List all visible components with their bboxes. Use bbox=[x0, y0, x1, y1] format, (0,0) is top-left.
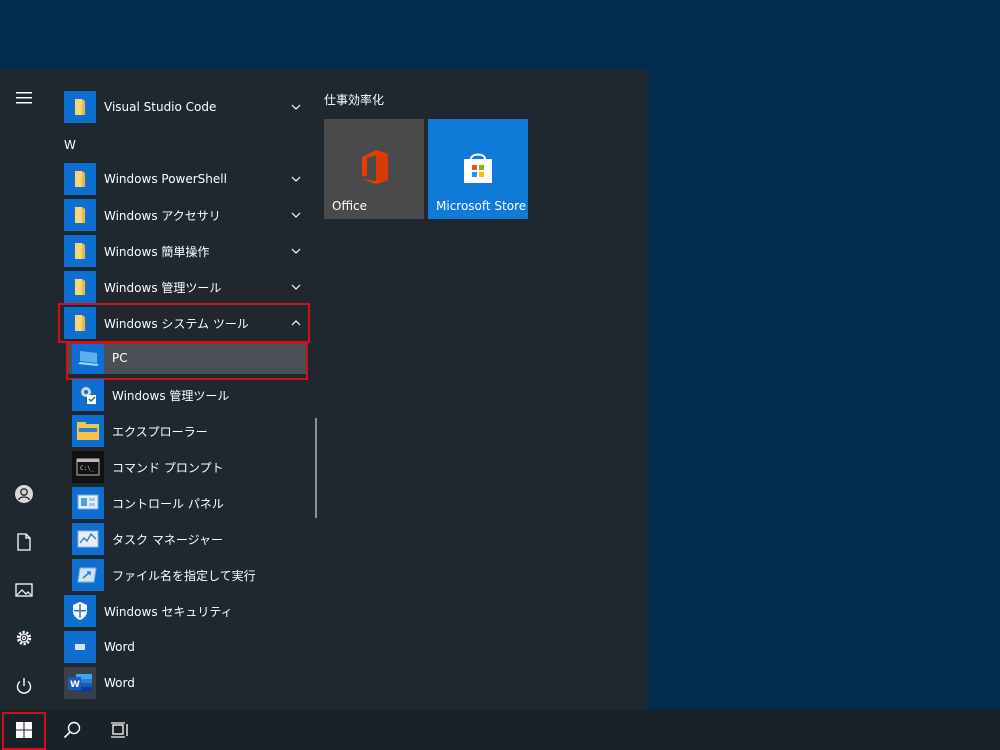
list-item-word-1[interactable]: Word bbox=[64, 629, 308, 665]
start-rail bbox=[0, 70, 48, 710]
pictures-button[interactable] bbox=[0, 566, 48, 614]
section-letter-w[interactable]: W bbox=[64, 138, 76, 152]
control-panel-icon bbox=[72, 487, 104, 519]
svg-text:C:\_: C:\_ bbox=[80, 465, 95, 472]
folder-icon bbox=[64, 271, 96, 303]
chevron-down-icon bbox=[291, 284, 301, 290]
chevron-down-icon bbox=[291, 248, 301, 254]
list-item-run[interactable]: ファイル名を指定して実行 bbox=[72, 557, 308, 593]
taskbar bbox=[0, 710, 1000, 750]
list-item-label: タスク マネージャー bbox=[112, 532, 223, 547]
list-item-windows-security[interactable]: Windows セキュリティ bbox=[64, 593, 308, 629]
folder-icon bbox=[64, 163, 96, 195]
tile-label: Office bbox=[332, 199, 368, 213]
list-item-control-panel[interactable]: コントロール パネル bbox=[72, 485, 308, 521]
scrollbar-thumb[interactable] bbox=[315, 418, 317, 518]
list-item-label: Windows システム ツール bbox=[104, 316, 249, 331]
start-menu: Visual Studio Code W Windows PowerShell … bbox=[0, 70, 648, 710]
chevron-up-icon bbox=[291, 320, 301, 326]
list-item-label: コントロール パネル bbox=[112, 496, 224, 511]
tile-office[interactable]: Office bbox=[324, 119, 424, 219]
chevron-down-icon bbox=[291, 176, 301, 182]
list-item-windows-admin-tools[interactable]: Windows 管理ツール bbox=[64, 269, 308, 305]
admin-tools-icon bbox=[72, 379, 104, 411]
list-item-command-prompt[interactable]: C:\_ コマンド プロンプト bbox=[72, 449, 308, 485]
list-item-explorer[interactable]: エクスプローラー bbox=[72, 413, 308, 449]
search-icon bbox=[63, 721, 81, 739]
highlight-box-start bbox=[2, 712, 46, 750]
list-item-label: Windows 管理ツール bbox=[112, 388, 230, 403]
list-item-label: ファイル名を指定して実行 bbox=[112, 568, 256, 583]
folder-icon bbox=[64, 91, 96, 123]
documents-button[interactable] bbox=[0, 518, 48, 566]
list-item-visual-studio-code[interactable]: Visual Studio Code bbox=[64, 89, 308, 125]
word-app-icon bbox=[64, 631, 96, 663]
task-manager-icon bbox=[72, 523, 104, 555]
list-item-label: Windows PowerShell bbox=[104, 172, 227, 186]
list-item-word-2[interactable]: W Word bbox=[64, 665, 308, 701]
tile-group-title[interactable]: 仕事効率化 bbox=[324, 91, 384, 108]
list-item-windows-admin-tools-sub[interactable]: Windows 管理ツール bbox=[72, 377, 308, 413]
office-icon bbox=[362, 150, 388, 184]
list-item-windows-system-tools[interactable]: Windows システム ツール bbox=[58, 303, 310, 343]
shield-icon bbox=[64, 595, 96, 627]
list-item-label: エクスプローラー bbox=[112, 424, 208, 439]
hamburger-menu-button[interactable] bbox=[0, 74, 48, 122]
chevron-down-icon bbox=[291, 212, 301, 218]
tile-label: Microsoft Store bbox=[436, 199, 527, 213]
folder-icon bbox=[64, 235, 96, 267]
list-item-label: Word bbox=[104, 640, 135, 654]
task-view-button[interactable] bbox=[96, 710, 144, 750]
folder-open-icon bbox=[64, 307, 96, 339]
highlight-box-pc bbox=[66, 342, 308, 380]
tile-microsoft-store[interactable]: Microsoft Store bbox=[428, 119, 528, 219]
list-item-windows-accessories[interactable]: Windows アクセサリ bbox=[64, 197, 308, 233]
list-item-label: Windows 管理ツール bbox=[104, 280, 222, 295]
list-item-label: Windows アクセサリ bbox=[104, 208, 221, 223]
user-icon bbox=[15, 485, 33, 503]
command-prompt-icon: C:\_ bbox=[72, 451, 104, 483]
file-explorer-icon bbox=[72, 415, 104, 447]
user-account-button[interactable] bbox=[0, 470, 48, 518]
list-item-windows-powershell[interactable]: Windows PowerShell bbox=[64, 161, 308, 197]
list-item-label: Word bbox=[104, 676, 135, 690]
list-item-label: Visual Studio Code bbox=[104, 100, 217, 114]
list-item-label: Windows 簡単操作 bbox=[104, 244, 210, 259]
run-icon bbox=[72, 559, 104, 591]
settings-button[interactable] bbox=[0, 614, 48, 662]
search-button[interactable] bbox=[48, 710, 96, 750]
gear-icon bbox=[16, 630, 32, 646]
power-icon bbox=[16, 678, 32, 694]
picture-icon bbox=[15, 583, 33, 597]
svg-text:W: W bbox=[70, 680, 80, 690]
power-button[interactable] bbox=[0, 662, 48, 710]
word-icon: W bbox=[64, 667, 96, 699]
task-view-icon bbox=[111, 722, 128, 738]
store-icon bbox=[464, 153, 492, 183]
app-list: Visual Studio Code W Windows PowerShell … bbox=[48, 70, 320, 710]
list-item-label: コマンド プロンプト bbox=[112, 460, 224, 475]
list-item-task-manager[interactable]: タスク マネージャー bbox=[72, 521, 308, 557]
document-icon bbox=[17, 533, 31, 551]
chevron-down-icon bbox=[291, 104, 301, 110]
list-item-label: Windows セキュリティ bbox=[104, 604, 233, 619]
list-item-windows-ease-of-access[interactable]: Windows 簡単操作 bbox=[64, 233, 308, 269]
hamburger-icon bbox=[16, 92, 32, 104]
folder-icon bbox=[64, 199, 96, 231]
